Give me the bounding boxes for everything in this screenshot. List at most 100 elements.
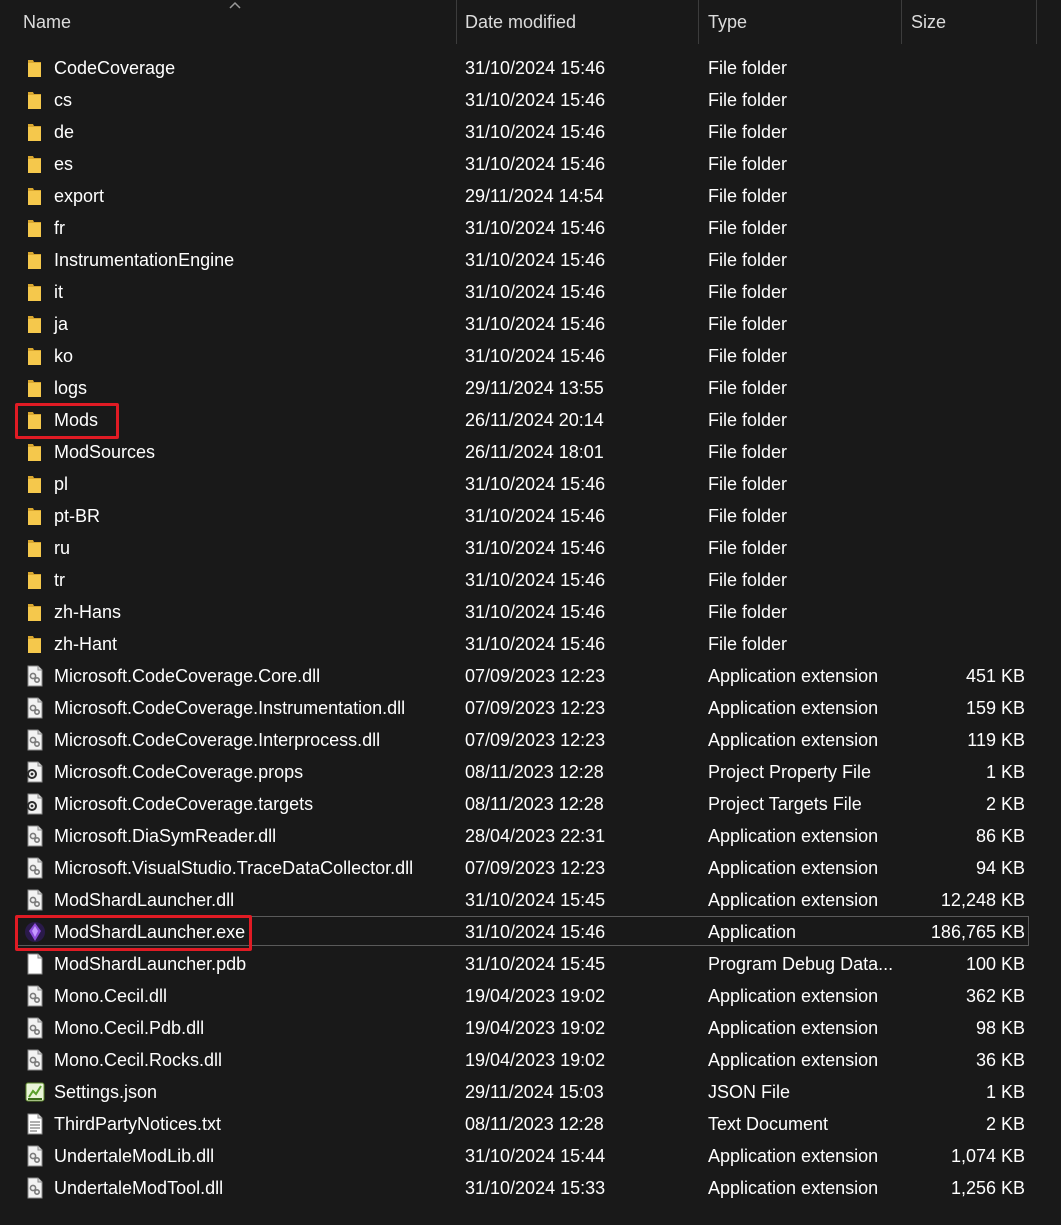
file-type: Application extension — [708, 826, 879, 846]
file-row[interactable]: InstrumentationEngine 31/10/2024 15:46 Fil… — [0, 244, 1061, 276]
file-date-modified: 26/11/2024 20:14 — [465, 410, 604, 430]
file-date-modified: 31/10/2024 15:46 — [465, 346, 606, 366]
file-row[interactable]: ko 31/10/2024 15:46 File folder — [0, 340, 1061, 372]
file-row[interactable]: Microsoft.VisualStudio.TraceDataCollecto… — [0, 852, 1061, 884]
dll-icon — [24, 1177, 46, 1199]
file-type: Application extension — [708, 1050, 879, 1070]
file-type: File folder — [708, 634, 788, 654]
file-row[interactable]: Mono.Cecil.dll 19/04/2023 19:02 Applicatio… — [0, 980, 1061, 1012]
file-size — [905, 596, 1025, 628]
file-row[interactable]: export 29/11/2024 14:54 File folder — [0, 180, 1061, 212]
file-row[interactable]: logs 29/11/2024 13:55 File folder — [0, 372, 1061, 404]
project-file-icon — [24, 761, 46, 783]
file-type: File folder — [708, 122, 788, 142]
file-date-modified: 28/04/2023 22:31 — [465, 826, 606, 846]
file-date-modified: 31/10/2024 15:46 — [465, 474, 606, 494]
column-header-name[interactable]: Name — [23, 0, 71, 44]
file-name: export — [54, 186, 105, 206]
file-row[interactable]: de 31/10/2024 15:46 File folder — [0, 116, 1061, 148]
folder-icon — [24, 633, 46, 655]
file-row[interactable]: ThirdPartyNotices.txt 08/11/2023 12:28 Tex… — [0, 1108, 1061, 1140]
file-size — [905, 628, 1025, 660]
red-highlight-box — [15, 403, 119, 439]
file-size — [905, 212, 1025, 244]
file-row[interactable]: ModShardLauncher.dll 31/10/2024 15:45 Appl… — [0, 884, 1061, 916]
column-resize-handle[interactable] — [901, 0, 902, 44]
file-row[interactable]: Microsoft.DiaSymReader.dll 28/04/2023 22:… — [0, 820, 1061, 852]
file-name: Microsoft.CodeCoverage.Instrumentation.d… — [54, 698, 406, 718]
file-row[interactable]: pt-BR 31/10/2024 15:46 File folder — [0, 500, 1061, 532]
file-row[interactable]: zh-Hant 31/10/2024 15:46 File folder — [0, 628, 1061, 660]
file-size — [905, 500, 1025, 532]
file-size — [905, 180, 1025, 212]
file-date-modified: 31/10/2024 15:46 — [465, 602, 606, 622]
file-row[interactable]: ja 31/10/2024 15:46 File folder — [0, 308, 1061, 340]
file-size: 119 KB — [967, 730, 1025, 750]
file-row[interactable]: ModSources 26/11/2024 18:01 File folder — [0, 436, 1061, 468]
file-name: ModSources — [54, 442, 156, 462]
file-row[interactable]: ru 31/10/2024 15:46 File folder — [0, 532, 1061, 564]
file-date-modified: 31/10/2024 15:46 — [465, 922, 606, 942]
file-date-modified: 19/04/2023 19:02 — [465, 1018, 606, 1038]
file-row[interactable]: ModShardLauncher.pdb 31/10/2024 15:45 Prog… — [0, 948, 1061, 980]
file-name: Mono.Cecil.Pdb.dll — [54, 1018, 205, 1038]
file-size: 36 KB — [975, 1050, 1025, 1070]
file-size — [905, 436, 1025, 468]
column-header-type[interactable]: Type — [708, 0, 747, 44]
file-type: File folder — [708, 602, 788, 622]
file-row[interactable]: CodeCoverage 31/10/2024 15:46 File folder — [0, 52, 1061, 84]
file-row[interactable]: Microsoft.CodeCoverage.props 08/11/2023 1… — [0, 756, 1061, 788]
file-row[interactable]: cs 31/10/2024 15:46 File folder — [0, 84, 1061, 116]
file-row[interactable]: ModShardLauncher.exe 31/10/2024 15:46 Appl… — [0, 915, 1061, 951]
file-name: pl — [54, 474, 69, 494]
file-name: UndertaleModTool.dll — [54, 1178, 224, 1198]
sort-ascending-icon[interactable] — [228, 0, 242, 10]
file-row[interactable]: Mono.Cecil.Pdb.dll 19/04/2023 19:02 Applic… — [0, 1012, 1061, 1044]
file-name: pt-BR — [54, 506, 101, 526]
column-header-size[interactable]: Size — [911, 0, 946, 44]
file-row[interactable]: it 31/10/2024 15:46 File folder — [0, 276, 1061, 308]
file-row[interactable]: Settings.json 29/11/2024 15:03 JSON File 1 … — [0, 1076, 1061, 1108]
folder-icon — [24, 185, 46, 207]
file-name: fr — [54, 218, 65, 238]
file-row[interactable]: es 31/10/2024 15:46 File folder — [0, 148, 1061, 180]
file-size: 1,256 KB — [950, 1178, 1025, 1198]
column-resize-handle[interactable] — [698, 0, 699, 44]
file-type: File folder — [708, 410, 788, 430]
file-row[interactable]: Microsoft.CodeCoverage.targets 08/11/2023… — [0, 788, 1061, 820]
file-row[interactable]: UndertaleModLib.dll 31/10/2024 15:44 Appli… — [0, 1140, 1061, 1172]
file-row[interactable]: Microsoft.CodeCoverage.Interprocess.dll 0… — [0, 724, 1061, 756]
file-size: 100 KB — [965, 954, 1025, 974]
file-size: 186,765 KB — [930, 922, 1025, 942]
file-row[interactable]: pl 31/10/2024 15:46 File folder — [0, 468, 1061, 500]
column-header-date[interactable]: Date modified — [465, 0, 576, 44]
file-type: Application extension — [708, 986, 879, 1006]
file-size: 159 KB — [965, 698, 1025, 718]
file-name: CodeCoverage — [54, 58, 176, 78]
file-type: File folder — [708, 538, 788, 558]
folder-icon — [24, 313, 46, 335]
file-row[interactable]: Mods 26/11/2024 20:14 File folder — [0, 403, 1061, 439]
file-date-modified: 31/10/2024 15:45 — [465, 890, 606, 910]
file-type: File folder — [708, 282, 788, 302]
file-date-modified: 19/04/2023 19:02 — [465, 986, 606, 1006]
file-size: 1 KB — [985, 762, 1025, 782]
file-name: Microsoft.CodeCoverage.props — [54, 762, 304, 782]
file-row[interactable]: Mono.Cecil.Rocks.dll 19/04/2023 19:02 Appl… — [0, 1044, 1061, 1076]
file-name: zh-Hans — [54, 602, 122, 622]
file-row[interactable]: fr 31/10/2024 15:46 File folder — [0, 212, 1061, 244]
file-list: CodeCoverage 31/10/2024 15:46 File folder c… — [0, 52, 1061, 1204]
file-size: 1,074 KB — [950, 1146, 1025, 1166]
file-row[interactable]: Microsoft.CodeCoverage.Instrumentation.d… — [0, 692, 1061, 724]
folder-icon — [24, 601, 46, 623]
file-type: File folder — [708, 442, 788, 462]
file-row[interactable]: Microsoft.CodeCoverage.Core.dll 07/09/202… — [0, 660, 1061, 692]
file-row[interactable]: zh-Hans 31/10/2024 15:46 File folder — [0, 596, 1061, 628]
file-row[interactable]: UndertaleModTool.dll 31/10/2024 15:33 Appl… — [0, 1172, 1061, 1204]
file-size: 86 KB — [975, 826, 1025, 846]
column-resize-handle[interactable] — [1036, 0, 1037, 44]
file-name: ModShardLauncher.dll — [54, 890, 235, 910]
file-row[interactable]: tr 31/10/2024 15:46 File folder — [0, 564, 1061, 596]
file-date-modified: 31/10/2024 15:46 — [465, 538, 606, 558]
column-resize-handle[interactable] — [456, 0, 457, 44]
